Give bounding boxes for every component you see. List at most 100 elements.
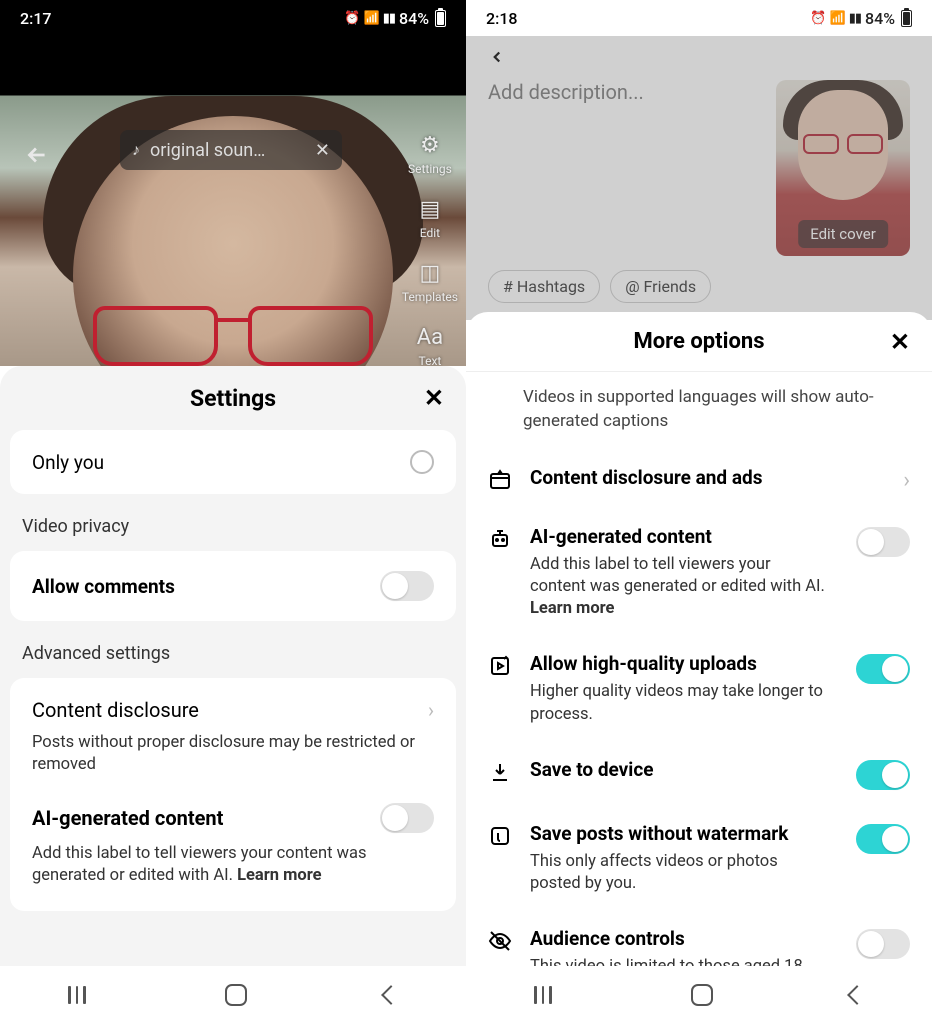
watermark-option: Save posts without watermark This only a… xyxy=(488,806,910,912)
nav-back-button[interactable] xyxy=(847,985,867,1005)
back-arrow-icon[interactable] xyxy=(24,142,50,168)
sheet-header: Settings ✕ xyxy=(0,366,466,430)
signal-icon: ▮▮ xyxy=(849,11,861,26)
tool-edit-label: Edit xyxy=(420,226,440,240)
settings-sheet: Settings ✕ Only you Video privacy Allow … xyxy=(0,366,466,1024)
audience-sub: This video is limited to those aged 18 y… xyxy=(530,956,830,966)
alarm-icon: ⏰ xyxy=(344,11,359,26)
learn-more-link[interactable]: Learn more xyxy=(530,599,614,618)
eye-off-icon xyxy=(488,929,512,953)
only-you-row[interactable]: Only you xyxy=(10,430,456,494)
nav-recent-button[interactable] xyxy=(534,986,554,1004)
watermark-toggle[interactable] xyxy=(856,824,910,854)
only-you-label: Only you xyxy=(32,451,104,474)
tool-edit[interactable]: ▤ Edit xyxy=(415,194,445,240)
content-disclosure-label: Content disclosure and ads xyxy=(530,466,877,489)
nav-back-button[interactable] xyxy=(381,985,401,1005)
battery-icon xyxy=(435,10,446,27)
alarm-icon: ⏰ xyxy=(810,11,825,26)
audience-label: Audience controls xyxy=(530,927,830,950)
close-more-button[interactable]: ✕ xyxy=(890,328,910,356)
edit-icon: ▤ xyxy=(415,194,445,224)
video-thumbnail[interactable]: Edit cover xyxy=(776,80,910,256)
content-disclosure-option[interactable]: Content disclosure and ads › xyxy=(488,450,910,509)
nav-home-button[interactable] xyxy=(691,984,713,1006)
chip-row: # Hashtags @ Friends xyxy=(466,256,932,303)
tool-settings[interactable]: ⚙ Settings xyxy=(408,130,452,176)
signal-icon: ▮▮ xyxy=(383,11,395,26)
close-sheet-button[interactable]: ✕ xyxy=(424,384,444,412)
privacy-card: Only you xyxy=(10,430,456,494)
allow-comments-row: Allow comments xyxy=(10,551,456,621)
nav-bar xyxy=(0,966,466,1024)
hashtags-chip[interactable]: # Hashtags xyxy=(488,270,600,303)
video-privacy-label: Video privacy xyxy=(0,494,466,551)
wifi-icon: 📶 xyxy=(364,11,379,26)
content-disclosure-label: Content disclosure xyxy=(32,698,199,722)
hq-upload-label: Allow high-quality uploads xyxy=(530,652,830,675)
save-device-label: Save to device xyxy=(530,758,830,781)
status-bar: 2:18 ⏰ 📶 ▮▮ 84% xyxy=(466,0,932,36)
watermark-sub: This only affects videos or photos poste… xyxy=(530,851,830,896)
battery-percent: 84% xyxy=(399,9,429,28)
status-time: 2:18 xyxy=(486,9,518,28)
advanced-settings-label: Advanced settings xyxy=(0,621,466,678)
chevron-right-icon: › xyxy=(903,468,910,493)
tool-settings-label: Settings xyxy=(408,162,452,176)
tool-text-label: Text xyxy=(419,354,442,366)
content-disclosure-desc: Posts without proper disclosure may be r… xyxy=(32,732,434,777)
right-screen: 2:18 ⏰ 📶 ▮▮ 84% Add description... Edit … xyxy=(466,0,932,1024)
text-icon: Aa xyxy=(415,322,445,352)
allow-comments-toggle[interactable] xyxy=(380,571,434,601)
watermark-label: Save posts without watermark xyxy=(530,822,830,845)
ai-content-toggle[interactable] xyxy=(380,803,434,833)
music-icon: ♪ xyxy=(132,140,140,160)
more-header: More options ✕ xyxy=(466,312,932,372)
upload-icon xyxy=(488,654,512,678)
status-time: 2:17 xyxy=(20,9,52,28)
video-preview: ♪ original soun… ✕ ⚙ Settings ▤ Edit ◫Temp… xyxy=(0,36,466,366)
ai-content-option: AI-generated content Add this label to t… xyxy=(488,509,910,637)
only-you-radio[interactable] xyxy=(410,450,434,474)
nav-recent-button[interactable] xyxy=(68,986,88,1004)
nav-home-button[interactable] xyxy=(225,984,247,1006)
ai-content-row: AI-generated content xyxy=(32,803,434,833)
friends-chip[interactable]: @ Friends xyxy=(610,270,711,303)
description-input[interactable]: Add description... xyxy=(488,80,762,256)
back-button[interactable] xyxy=(466,36,932,66)
ai-content-sub: Add this label to tell viewers your cont… xyxy=(530,554,830,621)
comments-card: Allow comments xyxy=(10,551,456,621)
content-disclosure-row[interactable]: Content disclosure › xyxy=(32,698,434,722)
learn-more-link[interactable]: Learn more xyxy=(237,866,321,885)
tool-text[interactable]: Aa Text xyxy=(415,322,445,366)
chevron-right-icon: › xyxy=(428,698,434,722)
post-editor: Add description... Edit cover # Hashtags… xyxy=(466,36,932,303)
more-title: More options xyxy=(634,329,765,354)
battery-icon xyxy=(901,10,912,27)
ai-content-label: AI-generated content xyxy=(530,525,830,548)
sound-pill[interactable]: ♪ original soun… ✕ xyxy=(120,130,342,170)
status-bar: 2:17 ⏰ 📶 ▮▮ 84% xyxy=(0,0,466,36)
audience-toggle[interactable] xyxy=(856,929,910,959)
wifi-icon: 📶 xyxy=(830,11,845,26)
robot-icon xyxy=(488,527,512,551)
tool-templates[interactable]: ◫Templates xyxy=(402,258,458,304)
gear-icon: ⚙ xyxy=(415,130,445,160)
download-icon xyxy=(488,760,512,784)
caption-note: Videos in supported languages will show … xyxy=(488,382,910,450)
hq-upload-sub: Higher quality videos may take longer to… xyxy=(530,681,830,726)
advanced-card: Content disclosure › Posts without prope… xyxy=(10,678,456,911)
sheet-title: Settings xyxy=(190,385,276,412)
ai-content-label: AI-generated content xyxy=(32,806,223,830)
close-sound-icon[interactable]: ✕ xyxy=(315,140,330,161)
nav-bar xyxy=(466,966,932,1024)
side-tools: ⚙ Settings ▤ Edit ◫Templates Aa Text xyxy=(402,130,458,366)
ai-content-toggle[interactable] xyxy=(856,527,910,557)
audience-option: Audience controls This video is limited … xyxy=(488,911,910,966)
edit-cover-button[interactable]: Edit cover xyxy=(798,220,888,248)
left-screen: 2:17 ⏰ 📶 ▮▮ 84% ♪ original soun… ✕ xyxy=(0,0,466,1024)
more-options-sheet: More options ✕ Videos in supported langu… xyxy=(466,312,932,1024)
hq-upload-toggle[interactable] xyxy=(856,654,910,684)
battery-percent: 84% xyxy=(865,9,895,28)
save-device-toggle[interactable] xyxy=(856,760,910,790)
